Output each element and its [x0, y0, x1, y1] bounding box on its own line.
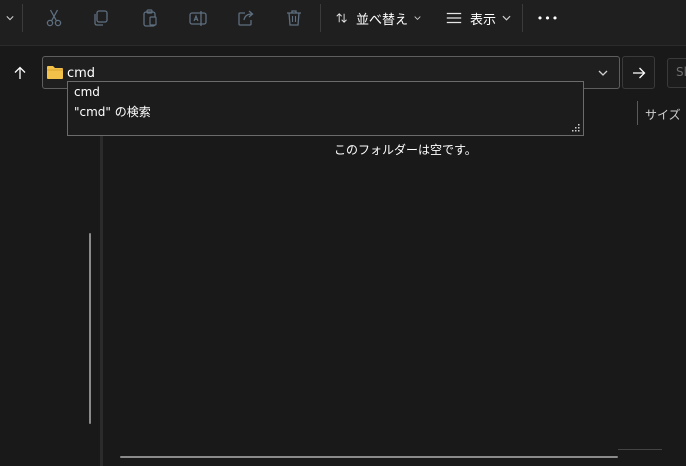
paste-icon	[143, 9, 157, 27]
chevron-down-icon	[598, 70, 608, 76]
go-button[interactable]	[622, 56, 655, 89]
sort-button[interactable]: 並べ替え	[335, 0, 421, 36]
empty-folder-message: このフォルダーは空です。	[334, 143, 477, 157]
delete-button[interactable]	[284, 0, 304, 36]
arrow-right-icon	[632, 67, 645, 78]
cut-icon	[46, 9, 62, 27]
sort-label: 並べ替え	[355, 12, 408, 28]
column-header-size[interactable]: サイズ	[645, 106, 681, 123]
suggestion-item-search[interactable]: "cmd" の検索	[74, 103, 151, 120]
more-icon: •••	[536, 11, 560, 25]
chevron-down-icon	[502, 15, 511, 21]
new-menu-chevron[interactable]	[0, 0, 14, 36]
toolbar-separator	[522, 4, 523, 32]
view-label: 表示	[469, 12, 496, 28]
more-options-button[interactable]: •••	[536, 0, 560, 36]
arrow-up-icon	[14, 66, 26, 79]
address-input[interactable]	[67, 64, 467, 82]
toolbar-separator	[22, 4, 23, 32]
search-box-text: Sl	[676, 65, 686, 79]
resize-grip-icon[interactable]	[572, 124, 580, 132]
up-button[interactable]	[8, 62, 32, 84]
column-divider[interactable]	[637, 101, 638, 125]
delete-icon	[287, 10, 301, 26]
chevron-down-icon	[6, 16, 14, 21]
navigation-pane[interactable]	[0, 92, 100, 466]
scrollbar-track	[618, 449, 662, 450]
share-icon	[238, 10, 254, 26]
copy-icon	[94, 10, 108, 26]
folder-icon	[47, 66, 63, 79]
horizontal-scrollbar[interactable]	[120, 456, 618, 458]
search-box[interactable]: Sl	[667, 58, 686, 88]
navigation-scrollbar[interactable]	[89, 233, 91, 424]
view-button[interactable]: 表示	[445, 0, 511, 36]
chevron-down-icon	[414, 16, 421, 21]
file-explorer-window: 並べ替え 表示 ••• cmd Sl サイズ このフォルダーは空です。 cmd …	[0, 0, 686, 466]
sort-icon	[336, 13, 347, 23]
toolbar-separator	[320, 4, 321, 32]
rename-button[interactable]	[188, 0, 208, 36]
share-button[interactable]	[236, 0, 256, 36]
paste-button[interactable]	[140, 0, 160, 36]
cut-button[interactable]	[44, 0, 64, 36]
command-bar: 並べ替え 表示 •••	[0, 0, 686, 46]
rename-icon	[189, 11, 207, 26]
address-history-dropdown[interactable]	[592, 64, 614, 82]
view-list-icon	[446, 12, 462, 24]
copy-button[interactable]	[91, 0, 111, 36]
address-suggestions-popup: cmd "cmd" の検索	[67, 81, 584, 136]
suggestion-item[interactable]: cmd	[74, 85, 100, 99]
